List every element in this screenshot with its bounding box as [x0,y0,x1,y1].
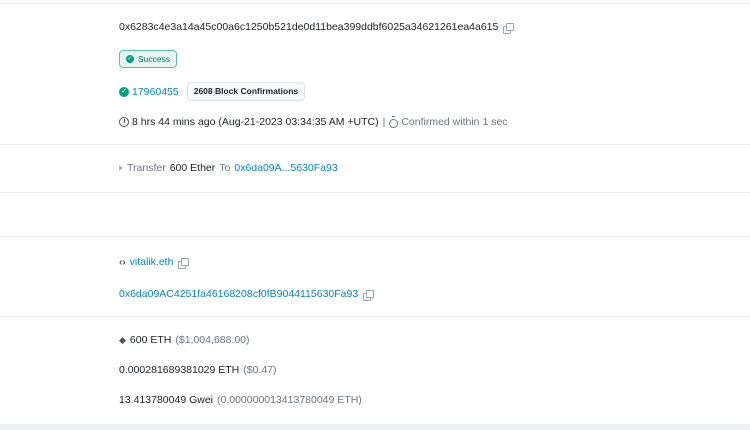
tx-hash[interactable]: 0x6283c4e3a14a45c00a6c1250b521de0d11bea3… [119,21,498,33]
timestamp: 8 hrs 44 mins ago (Aug-21-2023 03:34:35 … [132,116,379,128]
copy-icon[interactable] [503,22,515,34]
gas-price-row: 13.413780049 Gwei (0.000000013413780049 … [119,394,362,406]
action-to-label: To [219,162,231,174]
timestamp-row: 8 hrs 44 mins ago (Aug-21-2023 03:34:35 … [119,115,508,128]
value-usd: ($1,004,688.00) [175,334,250,346]
value-row: ◆ 600 ETH ($1,004,688.00) [119,334,250,346]
clock-icon [119,117,129,127]
from-ens-row: ‹› vitalik.eth [119,256,190,269]
fee-row: 0.000281689381029 ETH ($0.47) [119,364,277,376]
from-ens-link[interactable]: vitalik.eth [130,256,174,268]
copy-icon[interactable] [363,289,375,301]
gas-price-gwei: 13.413780049 Gwei [119,394,213,406]
section-divider [0,236,750,237]
code-icon: ‹› [119,256,126,268]
action-to-address-link[interactable]: 0x6da09A...5630Fa93 [234,162,337,174]
block-row: ✓ 17960455 2608 Block Confirmations [119,82,306,101]
check-circle-icon: ✓ [126,55,134,63]
confirmed-time: Confirmed within 1 sec [401,116,508,128]
block-number-link[interactable]: 17960455 [132,86,179,98]
stopwatch-icon [389,115,399,128]
action-prefix: Transfer [127,162,166,174]
status-row: ✓ Success [119,50,178,68]
timestamp-separator: | [382,116,386,128]
block-confirmations-badge: 2608 Block Confirmations [186,82,306,101]
value-eth: 600 ETH [129,334,172,346]
gas-price-eth: (0.000000013413780049 ETH) [217,394,362,406]
fee-eth: 0.000281689381029 ETH [119,364,240,376]
status-badge: ✓ Success [119,50,178,68]
tx-hash-row: 0x6283c4e3a14a45c00a6c1250b521de0d11bea3… [119,21,515,34]
check-circle-icon: ✓ [119,86,129,97]
section-divider [0,144,750,145]
top-divider [0,3,750,4]
status-text: Success [138,54,171,64]
bottom-bar [0,424,750,430]
from-address-row: 0x6da09AC4251fa46168208cf0fB9044115630Fa… [119,288,375,301]
section-divider [0,316,750,317]
triangle-right-icon [119,165,123,171]
action-amount: 600 Ether [169,162,216,174]
ethereum-icon: ◆ [119,334,126,345]
from-address-link[interactable]: 0x6da09AC4251fa46168208cf0fB9044115630Fa… [119,288,358,300]
transaction-action-row: Transfer 600 Ether To 0x6da09A...5630Fa9… [119,162,338,174]
section-divider [0,192,750,193]
fee-usd: ($0.47) [243,364,277,376]
copy-icon[interactable] [178,257,190,269]
